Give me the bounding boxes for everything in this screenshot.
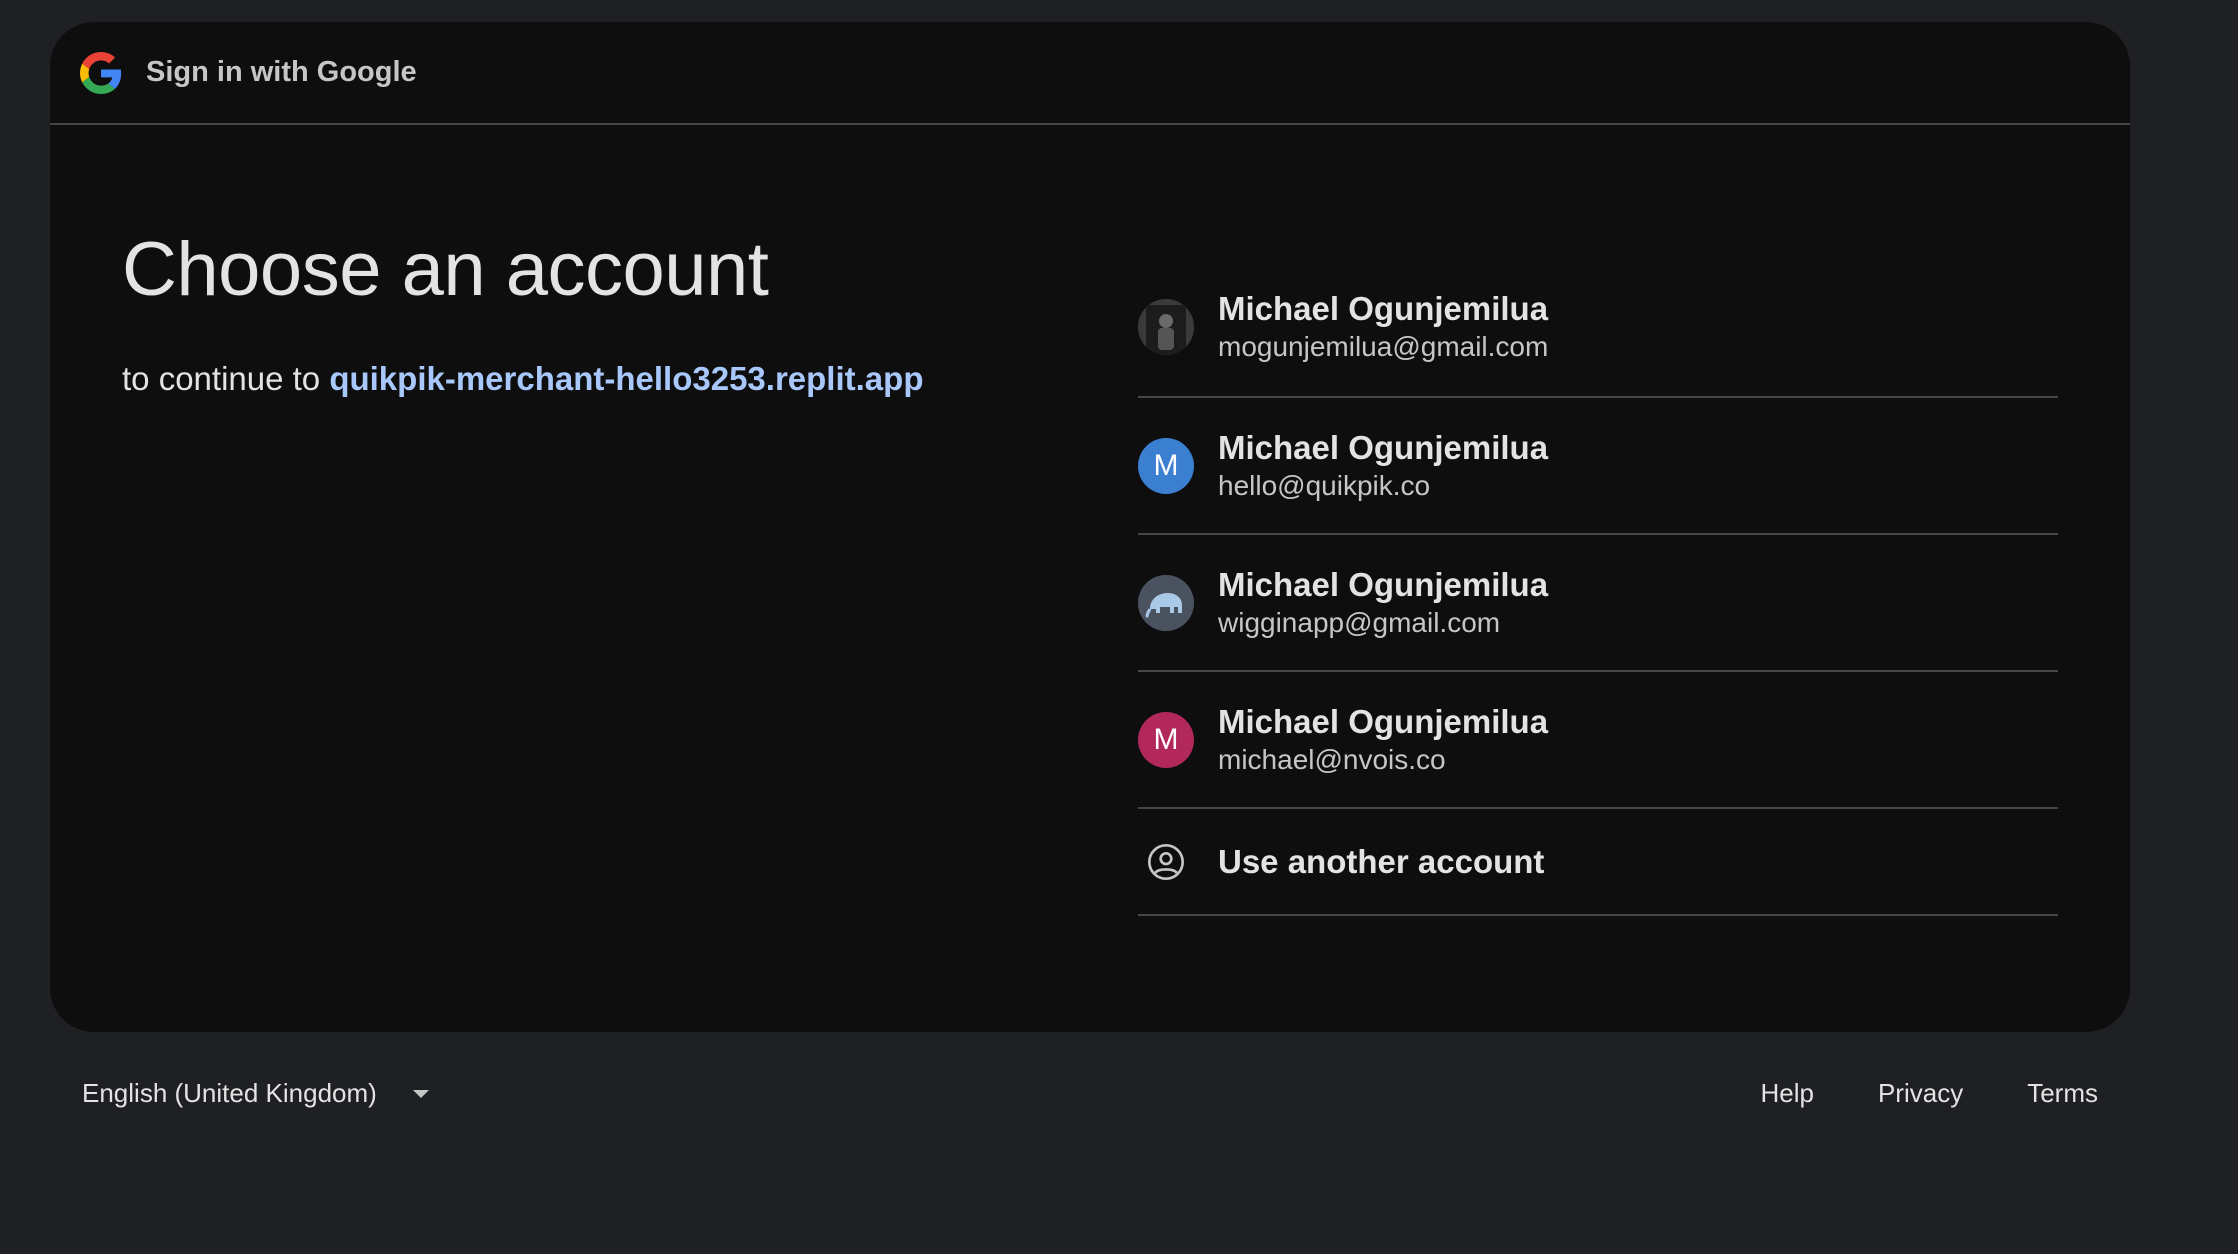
footer: English (United Kingdom) Help Privacy Te…	[82, 1078, 2098, 1109]
help-link[interactable]: Help	[1760, 1078, 1813, 1109]
continue-text: to continue to quikpik-merchant-hello325…	[122, 360, 923, 398]
account-name: Michael Ogunjemilua	[1218, 428, 1549, 466]
account-item[interactable]: M Michael Ogunjemilua hello@quikpik.co	[1138, 398, 2058, 535]
account-email: mogunjemilua@gmail.com	[1218, 331, 1549, 363]
use-another-account-button[interactable]: Use another account	[1138, 809, 2058, 916]
terms-link[interactable]: Terms	[2027, 1078, 2098, 1109]
elephant-avatar-icon	[1138, 574, 1194, 631]
footer-links: Help Privacy Terms	[1696, 1078, 2098, 1109]
app-link[interactable]: quikpik-merchant-hello3253.replit.app	[329, 360, 923, 397]
google-g-icon	[80, 51, 122, 94]
account-item[interactable]: M Michael Ogunjemilua michael@nvois.co	[1138, 672, 2058, 809]
sign-in-card: Sign in with Google Choose an account to…	[50, 22, 2130, 1032]
privacy-link[interactable]: Privacy	[1878, 1078, 1963, 1109]
card-header: Sign in with Google	[50, 22, 2130, 125]
language-label: English (United Kingdom)	[82, 1078, 377, 1108]
header-title: Sign in with Google	[146, 56, 417, 88]
account-circle-icon	[1138, 834, 1194, 890]
account-email: michael@nvois.co	[1218, 743, 1446, 775]
photo-avatar-icon	[1138, 299, 1194, 355]
account-email: hello@quikpik.co	[1218, 469, 1431, 501]
continue-prefix: to continue to	[122, 360, 321, 397]
account-item[interactable]: Michael Ogunjemilua mogunjemilua@gmail.c…	[1138, 258, 2058, 398]
account-name: Michael Ogunjemilua	[1218, 290, 1549, 328]
account-email: wigginapp@gmail.com	[1218, 606, 1501, 638]
use-another-account-label: Use another account	[1218, 842, 1545, 880]
page-title: Choose an account	[122, 227, 769, 312]
letter-avatar: M	[1138, 437, 1194, 494]
account-list: Michael Ogunjemilua mogunjemilua@gmail.c…	[1138, 258, 2058, 916]
intro-section: Choose an account to continue to quikpik…	[122, 232, 923, 398]
account-name: Michael Ogunjemilua	[1218, 702, 1549, 740]
account-name: Michael Ogunjemilua	[1218, 565, 1549, 603]
account-item[interactable]: Michael Ogunjemilua wigginapp@gmail.com	[1138, 535, 2058, 672]
caret-down-icon	[412, 1089, 429, 1098]
letter-avatar: M	[1138, 711, 1194, 768]
language-selector[interactable]: English (United Kingdom)	[82, 1078, 429, 1109]
